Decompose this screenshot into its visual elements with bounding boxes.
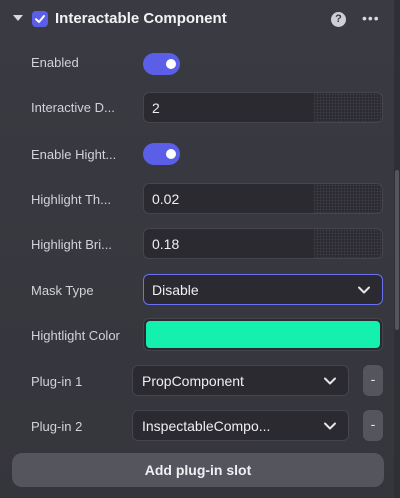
field-value: 0.02 (152, 191, 186, 207)
property-label-interactive-distance: Interactive D... (31, 100, 115, 115)
property-label-enabled: Enabled (31, 55, 79, 70)
scrollbar-thumb[interactable] (395, 170, 399, 330)
component-title: Interactable Component (55, 10, 227, 27)
chevron-down-icon (324, 422, 336, 430)
remove-plugin-1-button[interactable]: - (363, 365, 383, 396)
enable-highlight-toggle[interactable] (143, 143, 180, 165)
property-label-highlight-brightness: Highlight Bri... (31, 237, 112, 252)
inspector-panel: Interactable Component ? ••• Enabled Int… (0, 0, 400, 498)
enabled-toggle[interactable] (143, 53, 180, 75)
select-value: PropComponent (142, 373, 244, 389)
question-circle-icon[interactable]: ? (331, 12, 346, 27)
field-value: 0.18 (152, 236, 186, 252)
plugin-2-select[interactable]: InspectableCompo... (132, 410, 349, 441)
checkmark-icon (35, 15, 45, 23)
toggle-knob (166, 149, 176, 159)
chevron-down-icon (324, 377, 336, 385)
color-swatch (146, 321, 380, 348)
select-value: InspectableCompo... (142, 418, 271, 434)
highlight-brightness-input[interactable]: 0.18 (143, 228, 383, 259)
add-plugin-slot-button[interactable]: Add plug-in slot (12, 453, 384, 487)
plugin-label-2: Plug-in 2 (31, 419, 83, 434)
plugin-label-1: Plug-in 1 (31, 374, 83, 389)
highlight-color-picker[interactable] (143, 318, 383, 351)
scrollbar[interactable] (394, 0, 400, 498)
component-header[interactable]: Interactable Component ? ••• (0, 0, 394, 38)
field-value: 2 (152, 100, 166, 116)
property-label-mask-type: Mask Type (31, 283, 94, 298)
property-label-highlight-color: Hightlight Color (31, 328, 120, 343)
interactive-distance-input[interactable]: 2 (143, 92, 383, 123)
plugin-1-select[interactable]: PropComponent (132, 365, 349, 396)
highlight-threshold-input[interactable]: 0.02 (143, 183, 383, 214)
property-label-enable-highlight: Enable Hight... (31, 147, 117, 162)
chevron-down-icon (358, 286, 370, 294)
remove-plugin-2-button[interactable]: - (363, 410, 383, 441)
select-value: Disable (152, 282, 199, 298)
mask-type-select[interactable]: Disable (143, 274, 383, 305)
more-horizontal-icon[interactable]: ••• (362, 11, 380, 25)
enabled-checkbox[interactable] (32, 11, 48, 27)
property-label-highlight-threshold: Highlight Th... (31, 192, 111, 207)
toggle-knob (166, 59, 176, 69)
collapse-caret-icon[interactable] (13, 15, 23, 21)
